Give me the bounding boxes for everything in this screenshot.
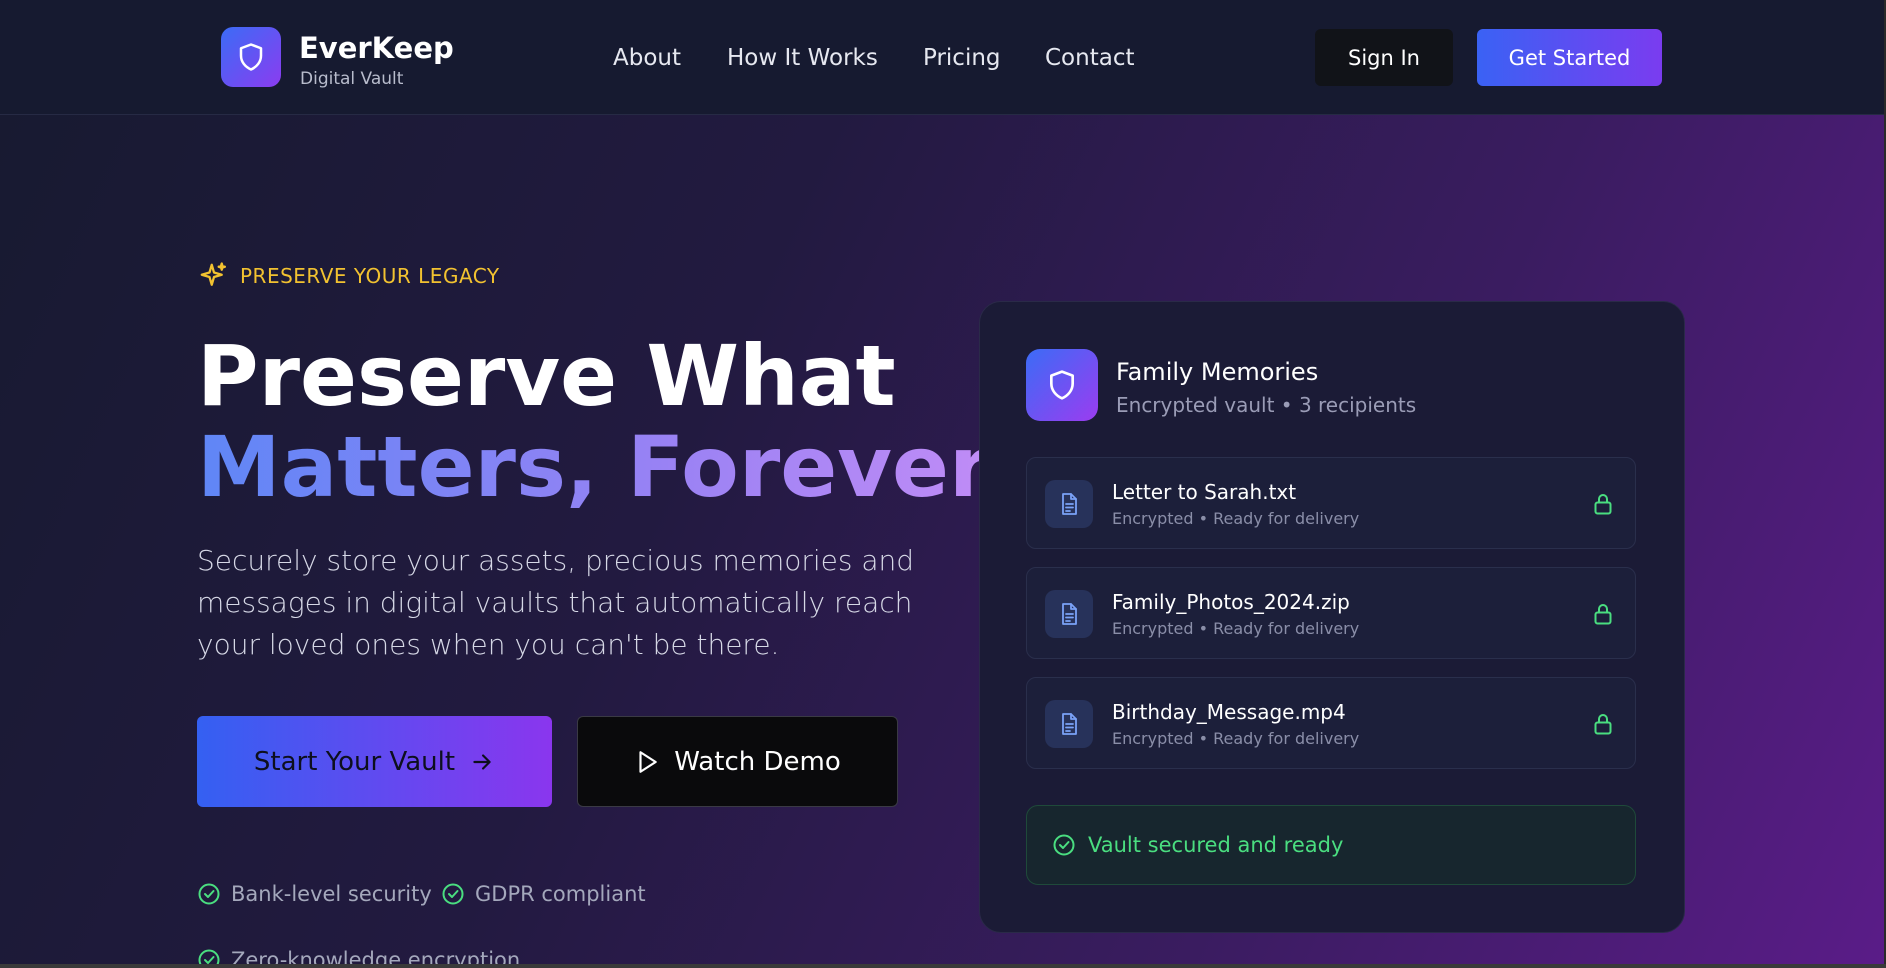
feature-item: GDPR compliant	[441, 882, 646, 906]
lock-icon	[1594, 714, 1612, 735]
arrow-right-icon	[473, 753, 491, 770]
feature-item: Bank-level security	[197, 882, 432, 906]
check-circle-icon	[442, 883, 464, 905]
brand-name: EverKeep	[299, 31, 454, 65]
file-icon-box	[1045, 480, 1093, 528]
vault-title: Family Memories	[1116, 358, 1319, 386]
nav-contact[interactable]: Contact	[1045, 45, 1134, 71]
sign-in-button[interactable]: Sign In	[1315, 29, 1453, 86]
eyebrow-text: PRESERVE YOUR LEGACY	[240, 264, 500, 288]
hero-title-line2: Matters, Forever	[197, 418, 991, 516]
file-text-icon	[1062, 493, 1077, 515]
play-icon	[639, 750, 658, 773]
file-status: Encrypted • Ready for delivery	[1112, 729, 1360, 748]
watch-demo-label: Watch Demo	[674, 746, 841, 777]
site-header: EverKeep Digital Vault About How It Work…	[0, 0, 1884, 115]
file-name: Birthday_Message.mp4	[1112, 700, 1346, 724]
vault-file-row[interactable]: Birthday_Message.mp4 Encrypted • Ready f…	[1026, 677, 1636, 769]
hero-title-line1: Preserve What	[197, 327, 896, 425]
vault-file-row[interactable]: Family_Photos_2024.zip Encrypted • Ready…	[1026, 567, 1636, 659]
get-started-button[interactable]: Get Started	[1477, 29, 1662, 86]
vault-icon	[1026, 349, 1098, 421]
vault-status-text: Vault secured and ready	[1088, 833, 1344, 857]
hero-eyebrow: PRESERVE YOUR LEGACY	[198, 261, 500, 291]
file-text-icon	[1062, 603, 1077, 625]
vault-file-row[interactable]: Letter to Sarah.txt Encrypted • Ready fo…	[1026, 457, 1636, 549]
logo[interactable]	[221, 27, 281, 87]
shield-icon	[1050, 370, 1074, 400]
vault-subtitle: Encrypted vault • 3 recipients	[1116, 393, 1417, 417]
file-icon-box	[1045, 590, 1093, 638]
shield-icon	[239, 43, 263, 71]
nav-about[interactable]: About	[613, 45, 681, 71]
hero-subtitle: Securely store your assets, precious mem…	[197, 544, 915, 661]
lock-icon	[1594, 604, 1612, 625]
nav-pricing[interactable]: Pricing	[923, 45, 1001, 71]
brand-tagline: Digital Vault	[300, 69, 404, 89]
feature-label: Bank-level security	[231, 882, 432, 906]
horizontal-scrollbar[interactable]	[0, 964, 1886, 968]
lock-icon	[1594, 494, 1612, 515]
check-circle-icon	[198, 883, 220, 905]
nav-how-it-works[interactable]: How It Works	[727, 45, 878, 71]
file-status: Encrypted • Ready for delivery	[1112, 509, 1360, 528]
watch-demo-button[interactable]: Watch Demo	[577, 716, 898, 807]
sparkles-icon	[200, 262, 226, 286]
check-circle-icon	[1053, 834, 1075, 856]
file-text-icon	[1062, 713, 1077, 735]
file-name: Letter to Sarah.txt	[1112, 480, 1297, 504]
file-status: Encrypted • Ready for delivery	[1112, 619, 1360, 638]
start-vault-label: Start Your Vault	[253, 746, 456, 777]
file-icon-box	[1045, 700, 1093, 748]
vault-status-bar: Vault secured and ready	[1026, 805, 1636, 885]
start-vault-button[interactable]: Start Your Vault	[197, 716, 552, 807]
feature-label: GDPR compliant	[475, 882, 646, 906]
page: EverKeep Digital Vault About How It Work…	[0, 0, 1886, 968]
file-name: Family_Photos_2024.zip	[1112, 590, 1350, 614]
